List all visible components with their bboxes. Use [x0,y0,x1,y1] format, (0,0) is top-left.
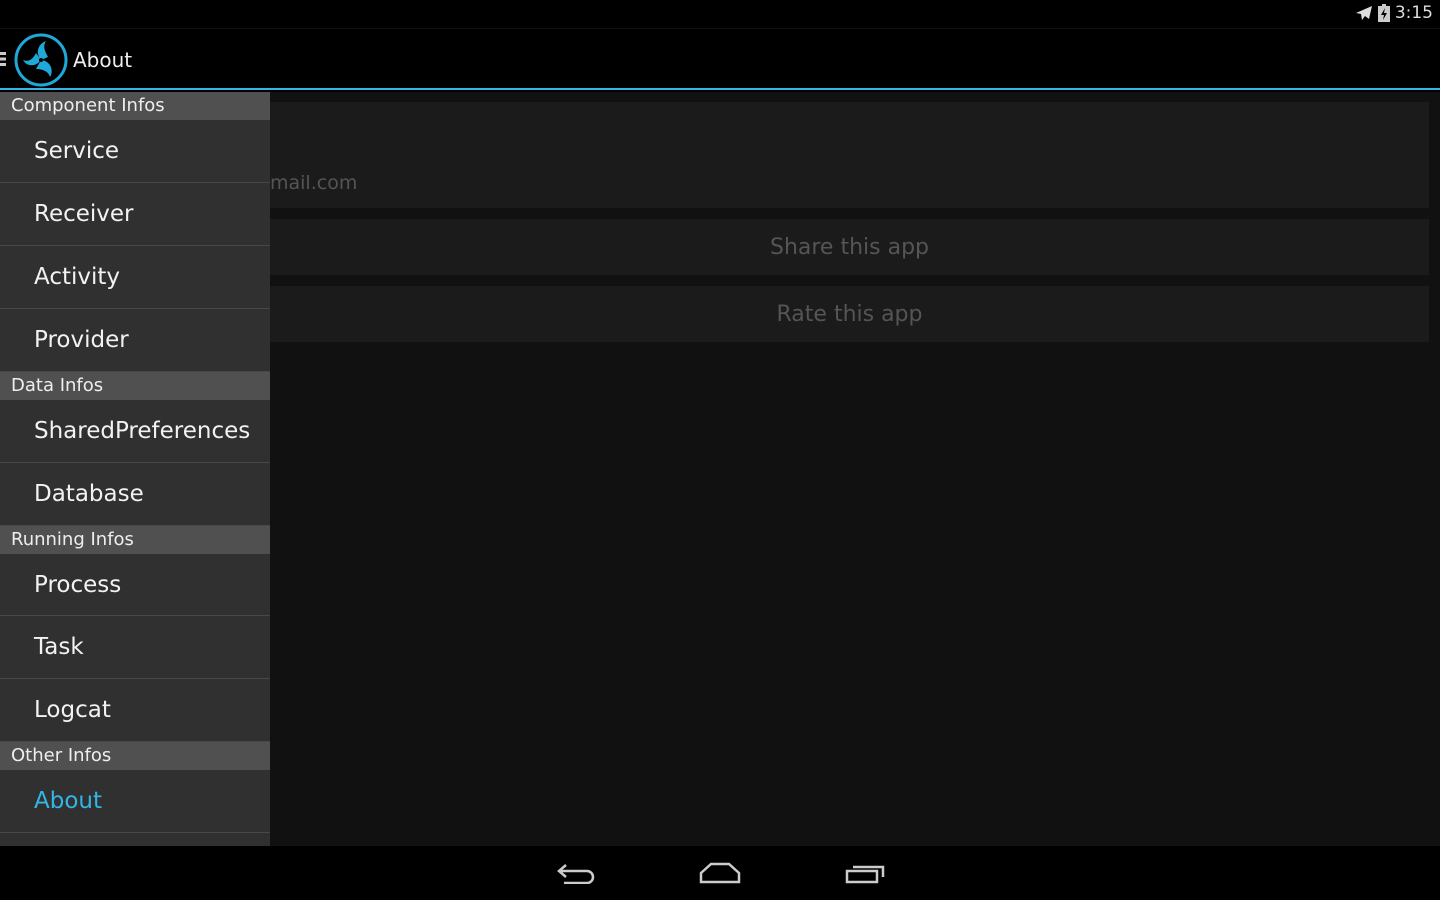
drawer-item-service[interactable]: Service [0,120,270,183]
drawer-item-activity[interactable]: Activity [0,246,270,309]
recents-icon[interactable] [845,862,885,884]
home-icon[interactable] [699,862,741,884]
section-header: Component Infos [0,92,270,120]
navigation-drawer: Component Infos Service Receiver Activit… [0,92,270,846]
section-header: Other Infos [0,742,270,770]
back-icon[interactable] [556,862,596,884]
page-title: About [73,48,133,72]
battery-charging-icon [1377,4,1390,22]
drawer-item-receiver[interactable]: Receiver [0,183,270,246]
section-header: Running Infos [0,526,270,554]
airplane-mode-icon [1355,6,1372,20]
drawer-item-about[interactable]: About [0,770,270,833]
rate-app-button[interactable]: Rate this app [270,286,1429,342]
rate-label: Rate this app [776,301,923,327]
drawer-item-provider[interactable]: Provider [0,309,270,372]
clock: 3:15 [1394,3,1433,23]
action-bar: About [0,30,1440,90]
drawer-item-database[interactable]: Database [0,463,270,526]
drawer-menu-icon[interactable] [0,52,6,66]
drawer-item-logcat[interactable]: Logcat [0,679,270,742]
share-app-button[interactable]: Share this app [270,219,1429,275]
contact-card[interactable]: mail.com [270,102,1429,208]
app-logo-icon[interactable] [14,33,68,87]
navigation-bar [0,846,1440,900]
share-label: Share this app [769,234,930,260]
status-bar: 3:15 [0,0,1440,29]
email-text: mail.com [270,172,358,194]
drawer-item-process[interactable]: Process [0,554,270,616]
section-header: Data Infos [0,372,270,400]
drawer-item-sharedpreferences[interactable]: SharedPreferences [0,400,270,463]
drawer-item-task[interactable]: Task [0,616,270,679]
